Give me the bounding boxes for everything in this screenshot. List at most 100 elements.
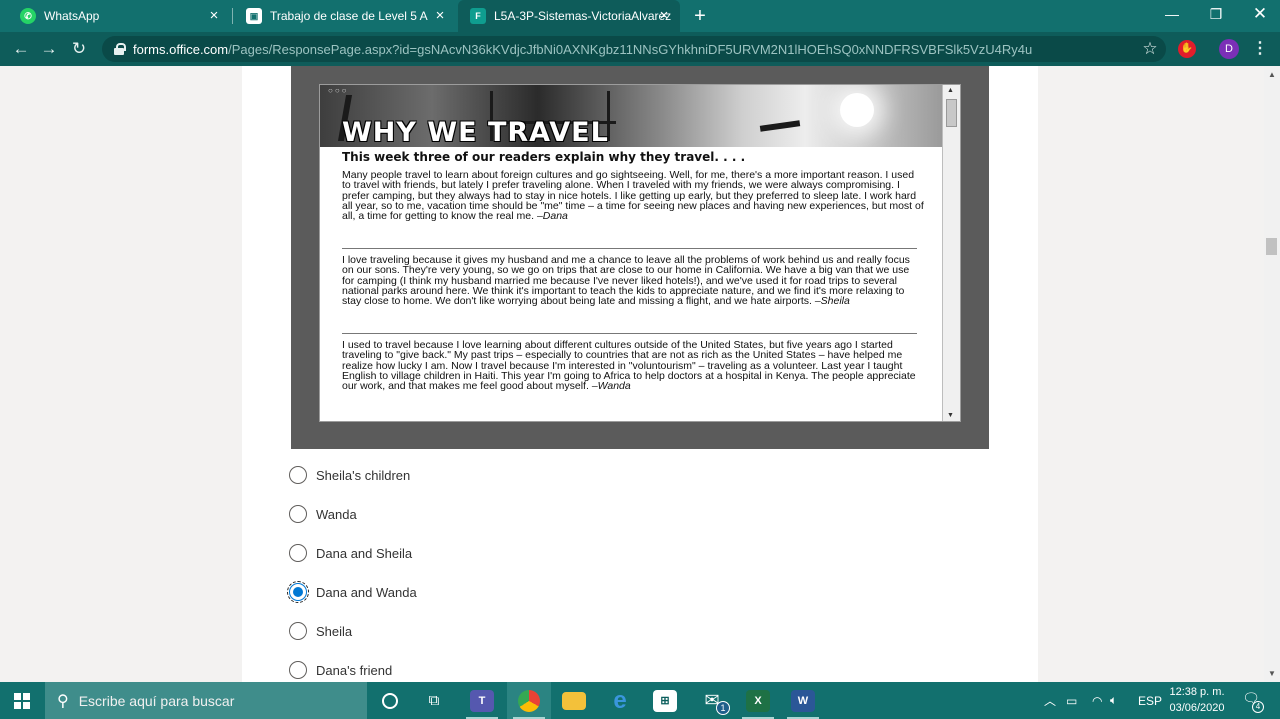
close-icon[interactable]: × xyxy=(206,8,222,24)
tab-title: Trabajo de clase de Level 5 A xyxy=(270,9,428,23)
radio-button[interactable] xyxy=(289,544,307,562)
paragraph-signature: –Dana xyxy=(536,210,568,223)
address-bar[interactable]: forms.office.com /Pages/ResponsePage.asp… xyxy=(102,36,1166,62)
paragraph-text: Many people travel to learn about foreig… xyxy=(342,169,924,223)
divider xyxy=(342,248,917,249)
radio-button-selected[interactable] xyxy=(287,581,309,603)
notification-count: 4 xyxy=(1252,701,1264,713)
option-dana-and-sheila[interactable]: Dana and Sheila xyxy=(288,540,588,566)
article-scrollbar: ▲ ▼ xyxy=(942,85,960,421)
divider xyxy=(342,333,917,334)
cortana-icon xyxy=(382,692,398,709)
teams-taskbar-button[interactable]: T xyxy=(460,682,504,719)
reload-icon[interactable]: ↻ xyxy=(68,38,90,60)
tab-forms[interactable]: F L5A-3P-Sistemas-VictoriaAlvarez × xyxy=(458,0,680,32)
radio-button[interactable] xyxy=(289,505,307,523)
option-danas-friend[interactable]: Dana's friend xyxy=(288,657,588,682)
option-wanda[interactable]: Wanda xyxy=(288,501,588,527)
taskbar-search[interactable]: ⚲ Escribe aquí para buscar xyxy=(45,682,367,719)
option-label: Sheila's children xyxy=(316,467,411,483)
forward-arrow-icon[interactable]: → xyxy=(38,38,60,60)
chrome-taskbar-button[interactable] xyxy=(507,682,551,719)
option-label: Sheila xyxy=(316,623,353,639)
search-icon: ⚲ xyxy=(57,692,69,710)
menu-kebab-icon[interactable]: ⋮ xyxy=(1252,38,1268,60)
close-icon[interactable]: × xyxy=(432,8,448,24)
option-label: Dana's friend xyxy=(316,662,393,678)
taskbar-clock[interactable]: 12:38 p. m. 03/06/2020 xyxy=(1162,684,1232,716)
scroll-up-icon[interactable]: ▲ xyxy=(1268,70,1276,79)
paragraph-signature: –Sheila xyxy=(814,295,850,308)
airplane-silhouette xyxy=(759,120,801,132)
article-image: ○○○ WHY WE TRAVEL This week three of our… xyxy=(319,84,961,422)
action-center-button[interactable]: 🗨︎ 4 xyxy=(1240,690,1264,713)
windows-logo-icon xyxy=(14,692,30,709)
excel-icon: X xyxy=(746,689,770,712)
tab-separator xyxy=(232,8,233,24)
browser-toolbar: ← → ↻ forms.office.com /Pages/ResponsePa… xyxy=(0,32,1280,66)
option-label: Dana and Sheila xyxy=(316,545,413,561)
start-button[interactable] xyxy=(0,682,44,719)
option-sheilas-children[interactable]: Sheila's children xyxy=(288,462,588,488)
teams-icon: T xyxy=(470,689,494,712)
windows-taskbar: ⚲ Escribe aquí para buscar ⧉ T e ⊞ ✉ 1 X… xyxy=(0,682,1280,719)
scroll-thumb[interactable] xyxy=(1266,238,1277,255)
url-host: forms.office.com xyxy=(133,41,229,57)
classroom-icon: ▣ xyxy=(246,8,262,24)
option-dana-and-wanda[interactable]: Dana and Wanda xyxy=(287,579,588,605)
scroll-down-icon: ▼ xyxy=(947,412,954,419)
word-taskbar-button[interactable]: W xyxy=(781,682,825,719)
scroll-up-icon: ▲ xyxy=(947,87,954,94)
page-scrollbar[interactable]: ▲ ▼ xyxy=(1264,66,1280,682)
volume-control[interactable]: 🔈︎ xyxy=(1110,682,1117,719)
mail-button[interactable]: ✉ 1 xyxy=(690,682,734,719)
show-hidden-icons[interactable]: ︿ xyxy=(1044,682,1056,719)
scroll-thumb xyxy=(946,99,957,127)
extension-shield-icon[interactable]: ✋ xyxy=(1178,40,1196,58)
window-dots-icon: ○○○ xyxy=(328,86,349,95)
task-view-button[interactable]: ⧉ xyxy=(412,682,456,719)
store-button[interactable]: ⊞ xyxy=(643,682,687,719)
radio-button[interactable] xyxy=(289,622,307,640)
url-path: /Pages/ResponsePage.aspx?id=gsNAcvN36kKV… xyxy=(228,41,1033,57)
minimize-button[interactable]: — xyxy=(1150,0,1194,28)
network-status[interactable]: ◠ xyxy=(1092,682,1102,719)
mail-badge: 1 xyxy=(716,701,730,715)
question-image: ○○○ WHY WE TRAVEL This week three of our… xyxy=(291,66,989,449)
battery-status[interactable]: ▭ xyxy=(1066,682,1077,719)
cortana-button[interactable] xyxy=(368,682,412,719)
tab-title: WhatsApp xyxy=(44,9,100,23)
article-paragraph-sheila: I love traveling because it gives my hus… xyxy=(342,255,924,308)
restore-button[interactable]: ❐ xyxy=(1194,0,1238,28)
file-explorer-button[interactable] xyxy=(552,682,596,719)
page-viewport: ○○○ WHY WE TRAVEL This week three of our… xyxy=(0,66,1264,682)
question-card: ○○○ WHY WE TRAVEL This week three of our… xyxy=(242,66,1038,682)
option-sheila[interactable]: Sheila xyxy=(288,618,588,644)
search-placeholder: Escribe aquí para buscar xyxy=(78,692,235,709)
tab-whatsapp[interactable]: ✆ WhatsApp × xyxy=(8,0,230,32)
article-title: WHY WE TRAVEL xyxy=(342,117,609,147)
excel-taskbar-button[interactable]: X xyxy=(736,682,780,719)
paragraph-signature: –Wanda xyxy=(591,380,631,393)
radio-button[interactable] xyxy=(289,466,307,484)
tab-strip: ✆ WhatsApp × ▣ Trabajo de clase de Level… xyxy=(0,0,1280,32)
input-language[interactable]: ESP xyxy=(1138,682,1162,719)
radio-button[interactable] xyxy=(289,661,307,679)
scroll-down-icon[interactable]: ▼ xyxy=(1268,669,1276,678)
window-close-button[interactable]: ✕ xyxy=(1238,0,1280,28)
clock-time: 12:38 p. m. xyxy=(1169,686,1225,698)
option-label: Dana and Wanda xyxy=(316,584,417,600)
chevron-up-icon: ︿ xyxy=(1044,694,1057,708)
new-tab-button[interactable]: + xyxy=(690,6,710,26)
profile-avatar[interactable]: D xyxy=(1219,39,1239,59)
folder-icon xyxy=(562,691,586,710)
bookmark-star-icon[interactable]: ☆ xyxy=(1140,38,1160,60)
back-arrow-icon[interactable]: ← xyxy=(10,38,32,60)
edge-button[interactable]: e xyxy=(598,682,642,719)
clock-date: 03/06/2020 xyxy=(1169,702,1225,714)
chrome-icon xyxy=(518,689,540,712)
close-icon[interactable]: × xyxy=(656,8,672,24)
tab-classroom[interactable]: ▣ Trabajo de clase de Level 5 A × xyxy=(234,0,456,32)
lock-icon xyxy=(114,43,126,55)
article-banner: ○○○ WHY WE TRAVEL xyxy=(320,85,942,147)
